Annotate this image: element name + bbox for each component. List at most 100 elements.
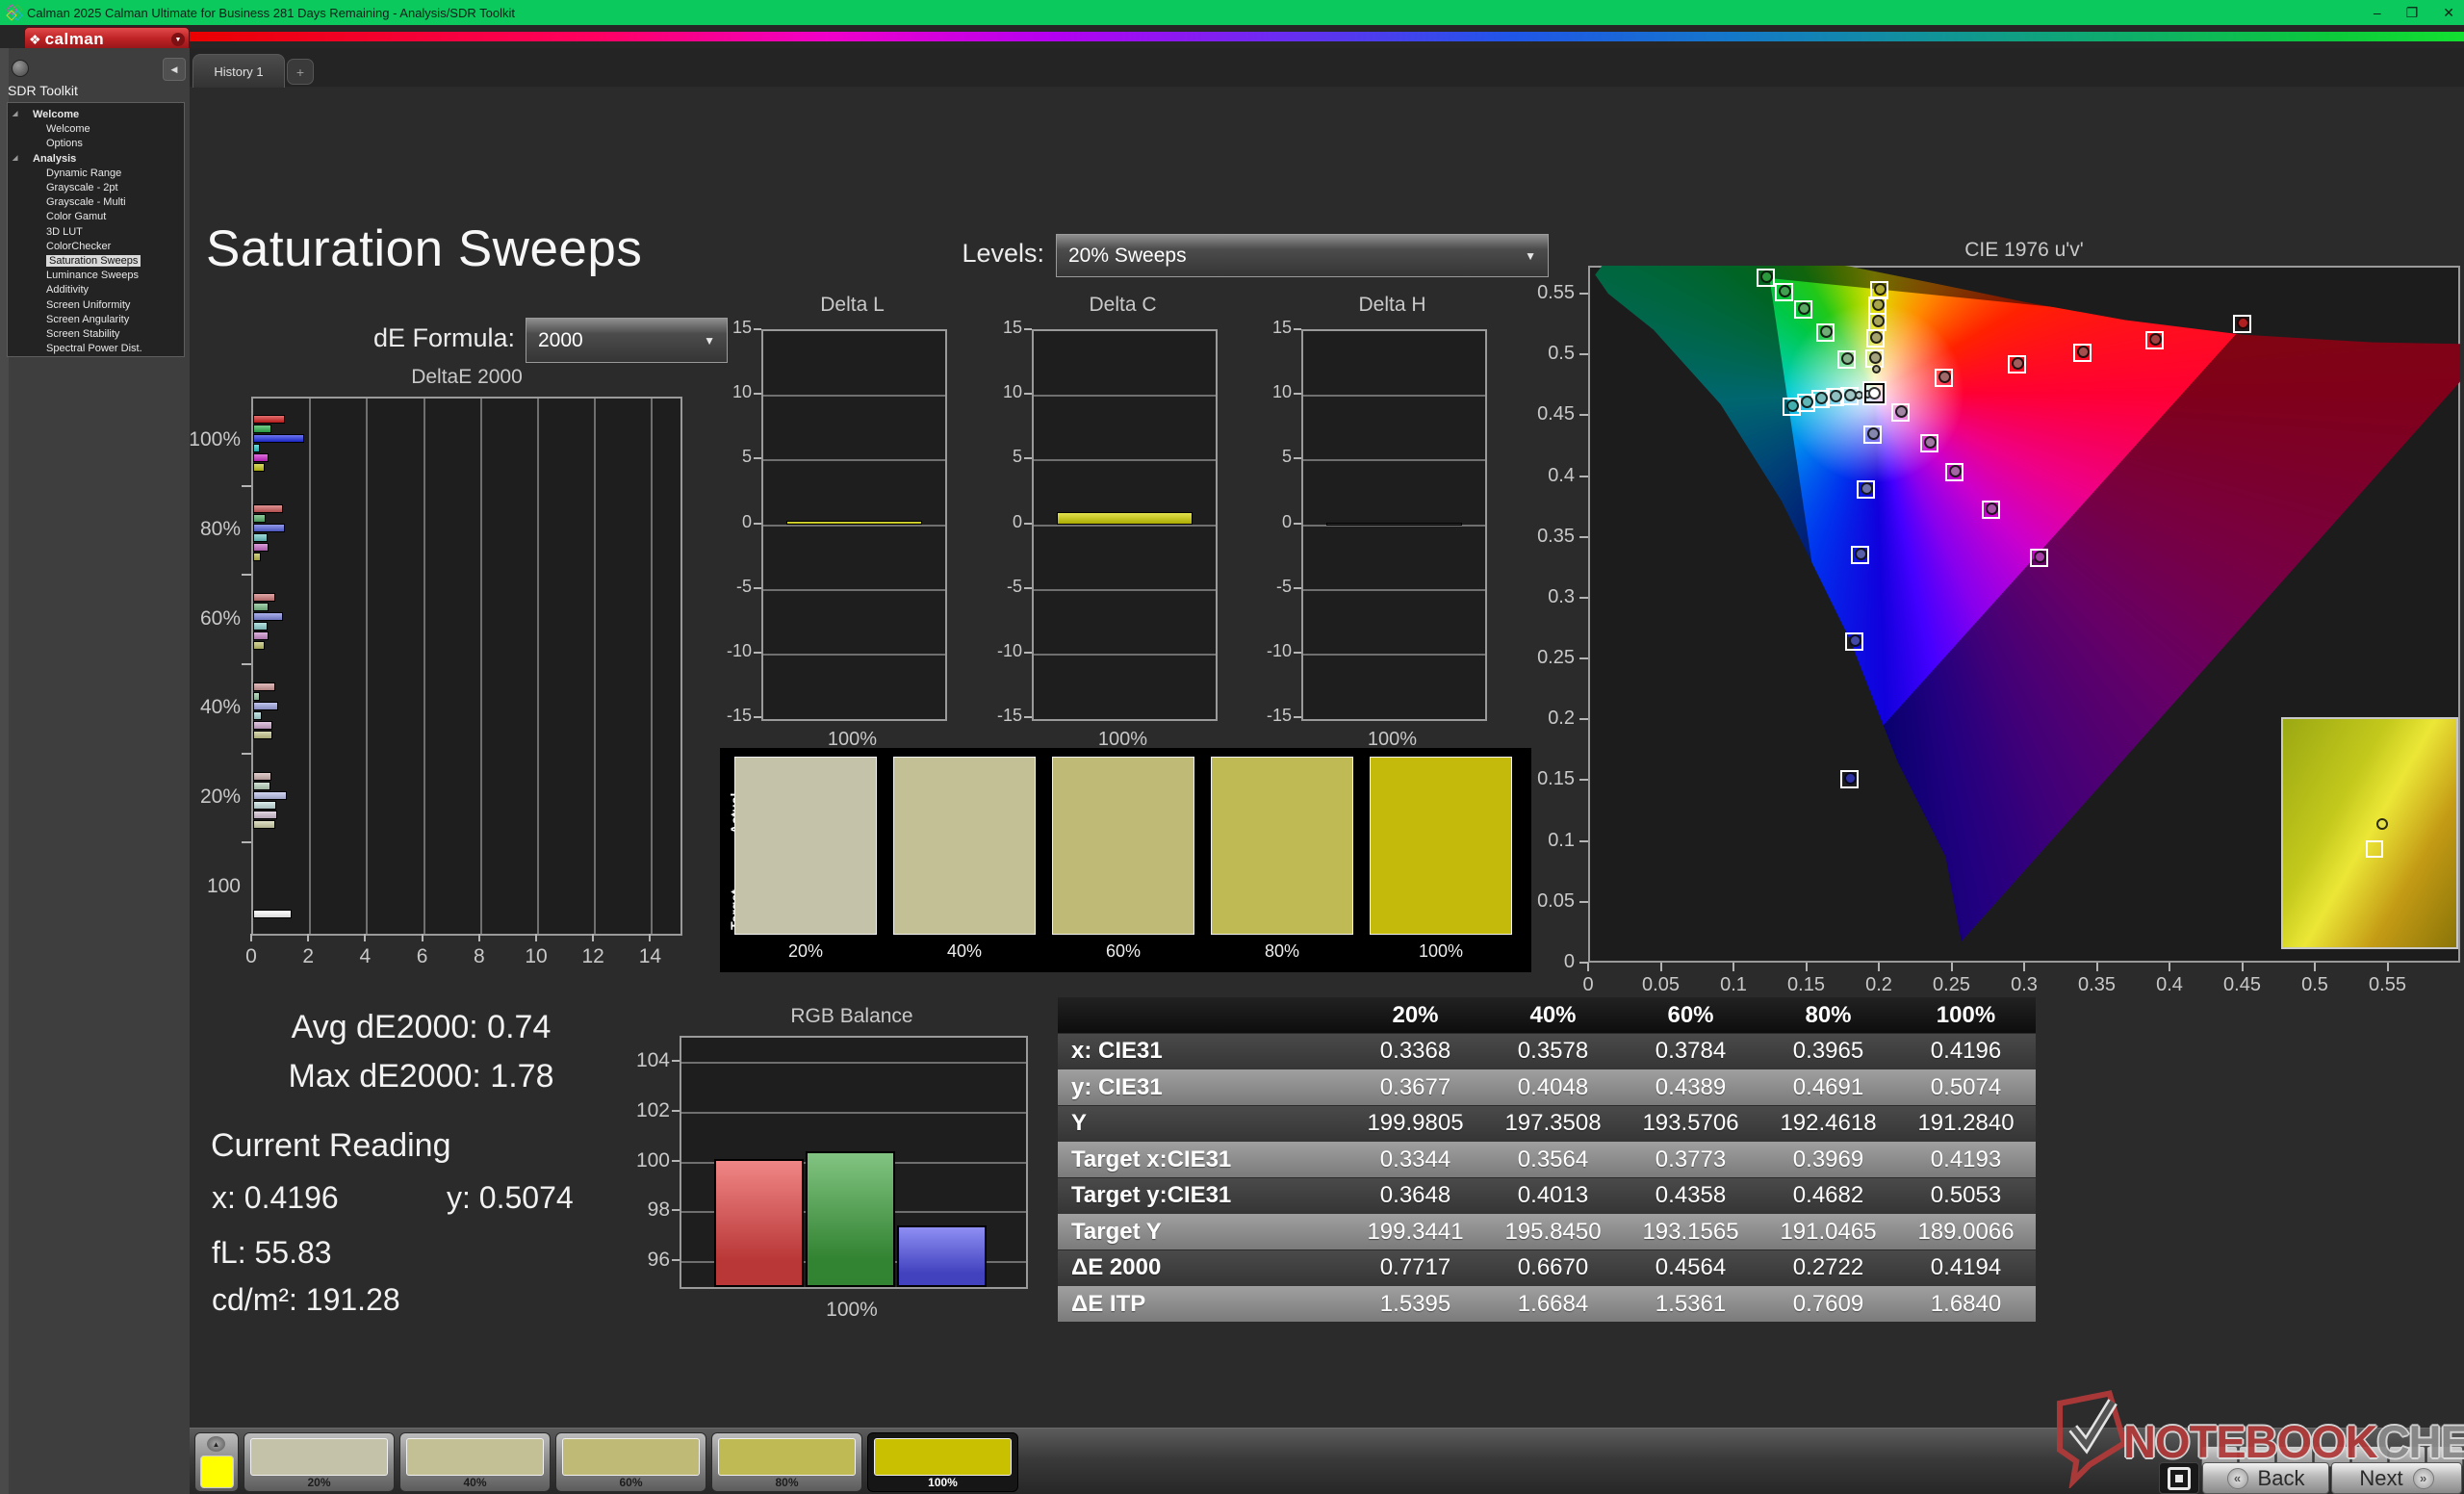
y-tick: [1579, 657, 1588, 659]
sidebar-item-options[interactable]: Options: [8, 137, 184, 151]
group-label: 80%: [144, 518, 241, 541]
sidebar-item-welcome[interactable]: Welcome: [8, 122, 184, 137]
row-label: ΔE ITP: [1058, 1291, 1347, 1318]
x-tick: [1951, 963, 1953, 971]
sidebar-item-label: Grayscale - 2pt: [46, 182, 118, 193]
sidebar-item-saturation-sweeps[interactable]: Saturation Sweeps: [8, 254, 184, 269]
y-tick-label: 102: [616, 1099, 670, 1122]
patch-tile-60%[interactable]: 60%: [555, 1432, 706, 1492]
deltae-bar-100-0: [253, 910, 292, 918]
y-tick-label: 5: [1244, 447, 1292, 467]
y-tick: [754, 523, 761, 525]
table-cell: 189.0066: [1897, 1219, 2035, 1246]
cie-measure-magenta-4: [2034, 551, 2046, 563]
cie-chart-title: CIE 1976 u'v': [1588, 239, 2460, 262]
chevron-up-icon[interactable]: ▲: [207, 1436, 225, 1452]
chevron-down-icon[interactable]: ▼: [171, 33, 185, 46]
x-tick: [364, 934, 366, 941]
table-cell: 191.0465: [1759, 1219, 1897, 1246]
patch-tile-100%[interactable]: 100%: [867, 1432, 1018, 1492]
cie-measure-yellow-2: [1872, 315, 1885, 327]
deltaL-plot: [761, 329, 947, 721]
chevron-double-right-icon: »: [2413, 1468, 2434, 1489]
sidebar-item-colorchecker[interactable]: ColorChecker: [8, 240, 184, 254]
x-tick: [478, 934, 480, 941]
sidebar-item-3d-lut[interactable]: 3D LUT: [8, 225, 184, 240]
sidebar-item-grayscale-2pt[interactable]: Grayscale - 2pt: [8, 181, 184, 195]
y-tick-label: -15: [704, 706, 752, 726]
sidebar-item-welcome[interactable]: ◢Welcome: [8, 108, 184, 122]
gridline: [480, 399, 482, 934]
y-tick-label: -10: [974, 641, 1022, 661]
y-tick: [1579, 293, 1588, 295]
sidebar-item-spectral-power-dist-[interactable]: Spectral Power Dist.: [8, 342, 184, 356]
stop-measure-button[interactable]: [2159, 1462, 2199, 1494]
deltae-bar-60%-3: [253, 622, 268, 631]
tab-history-1[interactable]: History 1: [192, 54, 285, 88]
sidebar-item-analysis[interactable]: ◢Analysis: [8, 152, 184, 167]
table-row-6: Target Y199.3441195.8450193.1565191.0465…: [1058, 1214, 2036, 1249]
cie-measure-green-0: [1841, 352, 1854, 365]
tree-expander-icon[interactable]: ◢: [13, 110, 17, 117]
y-tick-label: 0.15: [1515, 768, 1575, 790]
compare-swatch-label: 20%: [734, 941, 877, 962]
rgb-bar-red: [714, 1159, 804, 1287]
x-tick-label: 0.05: [1632, 974, 1690, 996]
patch-tile-40%[interactable]: 40%: [399, 1432, 551, 1492]
cie-zoom-inset: [2281, 717, 2458, 949]
x-tick-label: 0: [232, 945, 270, 968]
rgb-bar-blue: [897, 1225, 987, 1287]
sidebar-item-screen-uniformity[interactable]: Screen Uniformity: [8, 298, 184, 313]
next-label: Next: [2359, 1466, 2402, 1491]
sidebar-collapse-button[interactable]: ◀: [163, 58, 186, 81]
maximize-button[interactable]: ❐: [2406, 5, 2419, 21]
patch-tile-label: 40%: [400, 1476, 550, 1489]
x-tick: [2314, 963, 2316, 971]
sidebar-item-additivity[interactable]: Additivity: [8, 283, 184, 297]
y-tick: [672, 1060, 680, 1062]
patch-list-mini-tile[interactable]: ▲: [194, 1432, 239, 1492]
close-button[interactable]: ✕: [2443, 5, 2454, 21]
cie-measure-blue-2: [1855, 548, 1867, 560]
sidebar-item-color-gamut[interactable]: Color Gamut: [8, 210, 184, 224]
tree-expander-icon[interactable]: ◢: [13, 154, 17, 162]
y-tick: [242, 663, 251, 665]
rgb-bar-green: [806, 1151, 895, 1287]
deltae-bar-40%-5: [253, 731, 272, 739]
y-tick-label: 0.55: [1515, 282, 1575, 304]
back-button[interactable]: « Back: [2202, 1462, 2329, 1494]
next-button[interactable]: Next »: [2331, 1462, 2462, 1494]
table-row-4: Target x:CIE310.33440.35640.37730.39690.…: [1058, 1142, 2036, 1177]
patch-tile-80%[interactable]: 80%: [711, 1432, 862, 1492]
y-tick: [1294, 652, 1301, 654]
deltae-bar-20%-3: [253, 801, 276, 810]
sidebar-item-screen-stability[interactable]: Screen Stability: [8, 327, 184, 342]
minimize-button[interactable]: –: [2374, 5, 2381, 20]
reading-fl: fL: 55.83: [212, 1235, 332, 1271]
levels-dropdown[interactable]: 20% Sweeps▼: [1056, 234, 1549, 277]
patch-tile-20%[interactable]: 20%: [244, 1432, 395, 1492]
y-tick-label: 0.35: [1515, 526, 1575, 548]
column-header-100%: 100%: [1897, 1002, 2035, 1029]
table-cell: 0.4194: [1897, 1254, 2035, 1281]
sidebar-item-screen-angularity[interactable]: Screen Angularity: [8, 313, 184, 327]
deltae-bar-80%-4: [253, 543, 269, 552]
reading-y: y: 0.5074: [447, 1180, 574, 1216]
add-tab-button[interactable]: +: [287, 59, 314, 85]
sidebar-item-luminance-sweeps[interactable]: Luminance Sweeps: [8, 269, 184, 283]
sidebar-item-grayscale-multi[interactable]: Grayscale - Multi: [8, 195, 184, 210]
column-header-80%: 80%: [1759, 1002, 1897, 1029]
y-tick-label: 15: [974, 318, 1022, 338]
de-formula-dropdown[interactable]: 2000▼: [526, 318, 728, 363]
gridline: [424, 399, 425, 934]
deltae-bar-20%-4: [253, 811, 277, 819]
x-tick-label: 0.15: [1778, 974, 1835, 996]
sidebar-pin-button[interactable]: [12, 60, 29, 77]
table-cell: 192.4618: [1759, 1110, 1897, 1137]
y-tick: [1294, 457, 1301, 459]
sidebar-item-dynamic-range[interactable]: Dynamic Range: [8, 167, 184, 181]
y-tick: [1024, 457, 1032, 459]
y-tick: [1579, 901, 1588, 903]
deltae-bar-100%-1: [253, 425, 271, 433]
compare-swatch-20%: [734, 757, 877, 935]
